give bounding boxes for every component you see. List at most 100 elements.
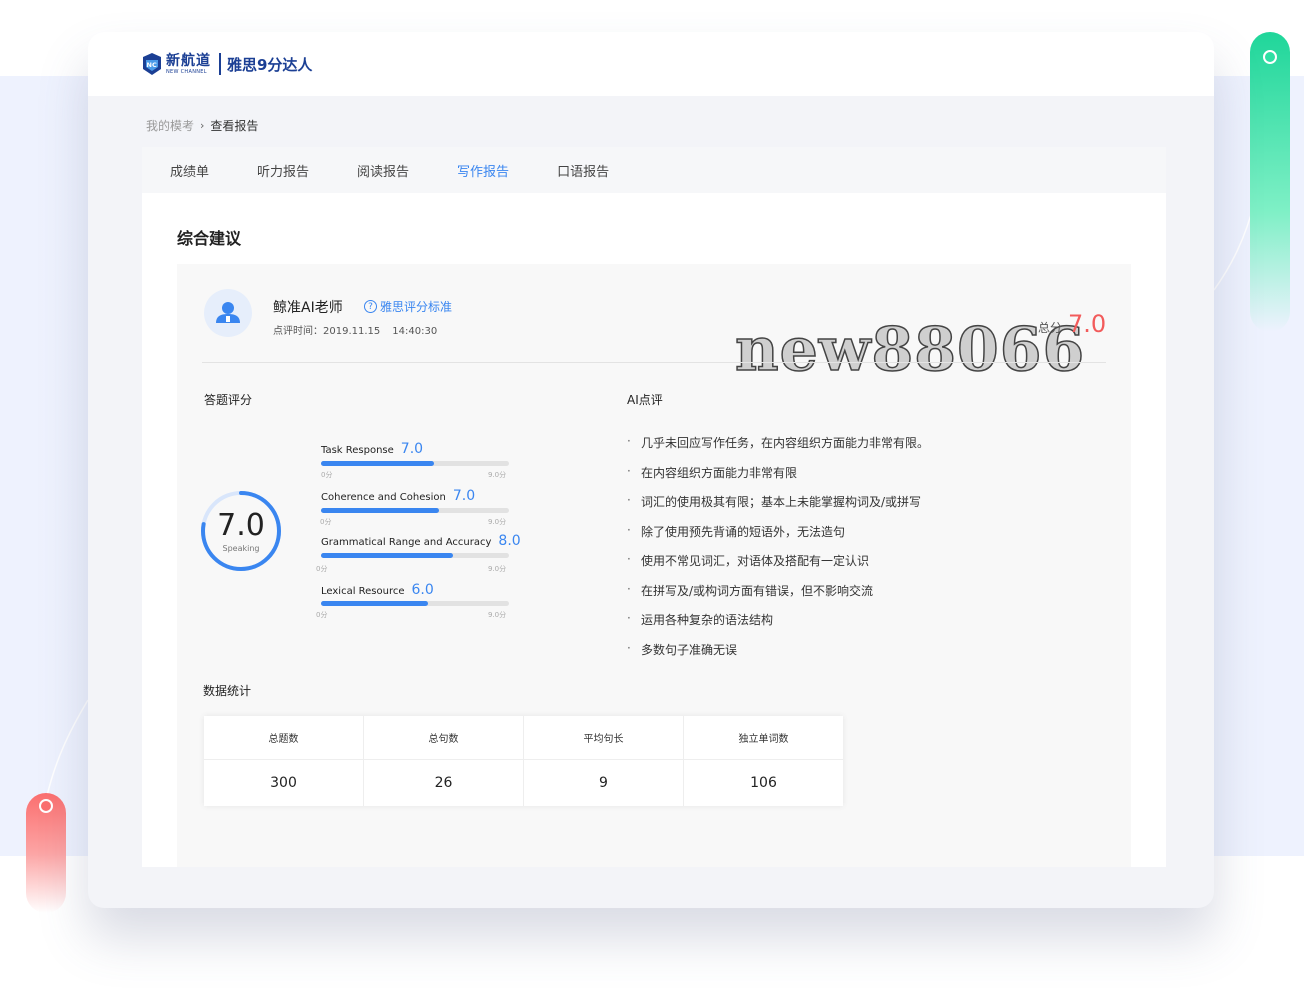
logo-mark-icon: NC [143,53,161,75]
breadcrumb-current: 查看报告 [210,119,259,133]
stat-column: 总句数 26 [364,716,524,806]
list-item: · 词汇的使用极其有限；基本上未能掌握构词及/或拼写 [627,493,929,523]
list-item: · 多数句子准确无误 [627,641,929,671]
list-item: · 使用不常见词汇，对语体及搭配有一定认识 [627,552,929,582]
score-section-title: 答题评分 [204,393,253,407]
tab-reading[interactable]: 阅读报告 [357,161,409,180]
criterion-name: Task Response [321,445,394,456]
criterion-max: 9.0分 [488,518,507,526]
comment-text: 除了使用预先背诵的短语外，无法造句 [641,524,846,539]
ai-review-title: AI点评 [627,393,663,407]
list-item: · 在内容组织方面能力非常有限 [627,464,929,494]
bullet-icon: · [627,581,631,596]
logo-separator [219,53,221,75]
tab-speaking[interactable]: 口语报告 [557,161,609,180]
bullet-icon: · [627,493,631,507]
bullet-icon: · [627,552,631,566]
comment-text: 使用不常见词汇，对语体及搭配有一定认识 [641,554,870,568]
advice-panel: 鲸准AI老师 ? 雅思评分标准 点评时间：2019.11.15 14:40:30 … [177,264,1131,867]
logo[interactable]: NC 新航道 NEW CHANNEL 雅思9分达人 [142,52,312,76]
criterion-score: 7.0 [452,488,476,504]
comment-text: 运用各种复杂的语法结构 [641,613,774,627]
logo-cn-text: 新航道 [166,52,211,69]
top-bar: NC 新航道 NEW CHANNEL 雅思9分达人 [88,32,1214,96]
brand-name: 雅思9分达人 [227,55,313,74]
question-circle-icon: ? [364,300,377,313]
tab-listening[interactable]: 听力报告 [257,161,309,180]
stat-column: 总题数 300 [204,716,364,806]
tab-transcript[interactable]: 成绩单 [170,161,209,180]
overall-score-value: 7.0 [217,508,265,543]
decorative-green-pill [1250,32,1290,332]
list-item: · 除了使用预先背诵的短语外，无法造句 [627,523,929,553]
comment-text: 词汇的使用极其有限；基本上未能掌握构词及/或拼写 [641,495,922,509]
criterion-min: 0分 [316,565,328,573]
stat-header: 总题数 [204,716,363,760]
avatar [204,289,252,337]
breadcrumb: 我的模考 › 查看报告 [146,117,258,134]
ai-review-list: · 几乎未回应写作任务，在内容组织方面能力非常有限。 · 在内容组织方面能力非常有限… [627,434,929,670]
criterion-score: 6.0 [411,582,434,598]
review-time-clock: 14:40:30 [392,326,438,337]
criterion-bar-fill [321,461,434,466]
review-time-date: 点评时间：2019.11.15 [273,326,381,337]
comment-text: 在拼写及/或构词方面有错误，但不影响交流 [641,583,874,598]
list-item: · 在拼写及/或构词方面有错误，但不影响交流 [627,582,929,612]
stat-header: 独立单词数 [684,716,843,760]
criterion-score: 8.0 [498,533,521,549]
bullet-icon: · [627,640,631,655]
comment-text: 几乎未回应写作任务，在内容组织方面能力非常有限。 [641,436,930,450]
stats-title: 数据统计 [203,684,252,698]
scoring-standard-label: 雅思评分标准 [380,300,453,314]
list-item: · 运用各种复杂的语法结构 [627,611,929,641]
section-title: 综合建议 [177,229,242,248]
criterion-name: Grammatical Range and Accuracy [321,537,492,548]
criterion-bar [321,553,509,558]
teacher-name: 鲸准AI老师 [273,300,343,316]
criterion-bar [321,601,509,606]
criterion-max: 9.0分 [488,471,507,479]
overall-score-label: Speaking [222,544,260,553]
tab-writing[interactable]: 写作报告 [457,161,509,180]
criterion-bar-fill [321,553,453,558]
criterion-bar-fill [321,508,440,513]
bullet-icon: · [627,522,631,537]
stat-column: 独立单词数 106 [684,716,843,806]
criterion-max: 9.0分 [488,565,507,573]
total-score-value: 7.0 [1068,310,1107,338]
breadcrumb-parent[interactable]: 我的模考 [146,117,194,134]
chevron-right-icon: › [200,119,205,132]
criterion-bar [321,508,509,513]
criterion-max: 9.0分 [488,611,507,619]
scoring-standard-link[interactable]: ? 雅思评分标准 [364,298,452,315]
report-tabs: 成绩单 听力报告 阅读报告 写作报告 口语报告 [142,147,1166,193]
stat-value: 9 [599,775,608,791]
comment-text: 在内容组织方面能力非常有限 [641,465,798,480]
svg-text:NC: NC [147,61,157,69]
stat-value: 26 [434,775,453,791]
review-time: 点评时间：2019.11.15 14:40:30 [273,322,437,337]
criterion-bar-fill [321,601,429,606]
stat-value: 106 [750,775,777,791]
bullet-icon: · [627,463,631,478]
list-item: · 几乎未回应写作任务，在内容组织方面能力非常有限。 [627,434,929,464]
criterion-name: Coherence and Cohesion [321,492,446,503]
criterion-min: 0分 [320,518,332,526]
criterion-min: 0分 [316,611,328,619]
stat-header: 平均句长 [524,716,683,760]
criterion-score: 7.0 [400,441,424,457]
criterion-name: Lexical Resource [321,586,405,597]
logo-en-text: NEW CHANNEL [166,68,207,75]
stat-header: 总句数 [364,716,523,760]
divider [202,362,1106,363]
stat-column: 平均句长 9 [524,716,684,806]
watermark: new88066 [734,315,1086,385]
app-window: NC 新航道 NEW CHANNEL 雅思9分达人 我的模考 › 查看报告 成绩… [88,32,1214,908]
bullet-icon: · [627,434,631,448]
criterion-bar [321,461,509,466]
criterion-min: 0分 [321,471,333,479]
total-score-label: 总分 [1038,321,1063,335]
stats-table: 总题数 300 总句数 26 平均句长 9 独立单词数 106 [204,716,843,806]
decorative-red-pill [26,793,66,913]
bullet-icon: · [627,611,631,625]
